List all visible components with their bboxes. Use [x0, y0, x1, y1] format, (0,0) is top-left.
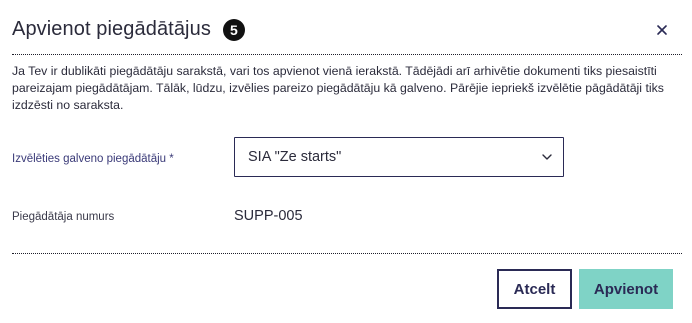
close-button[interactable] [652, 20, 672, 40]
primary-supplier-selected-value: SIA "Ze starts" [248, 149, 342, 165]
dialog-header: Apvienot piegādātājus 5 [12, 18, 245, 41]
primary-supplier-label: Izvēlēties galveno piegādātāju * [12, 153, 174, 165]
supplier-number-label: Piegādātāja numurs [12, 211, 115, 223]
dialog-description: Ja Tev ir dublikāti piegādātāju sarakstā… [12, 64, 664, 112]
merge-suppliers-dialog: Apvienot piegādātājus 5 Ja Tev ir dublik… [0, 0, 692, 323]
close-icon [657, 25, 667, 35]
dialog-title: Apvienot piegādātājus [12, 18, 211, 40]
primary-supplier-select[interactable]: SIA "Ze starts" [234, 137, 564, 177]
cancel-button[interactable]: Atcelt [497, 269, 572, 309]
selected-count-badge: 5 [222, 18, 245, 41]
merge-button[interactable]: Apvienot [579, 269, 673, 309]
footer-divider [12, 253, 682, 254]
chevron-down-icon [542, 154, 552, 160]
header-divider [12, 54, 682, 55]
supplier-number-value: SUPP-005 [234, 208, 303, 224]
